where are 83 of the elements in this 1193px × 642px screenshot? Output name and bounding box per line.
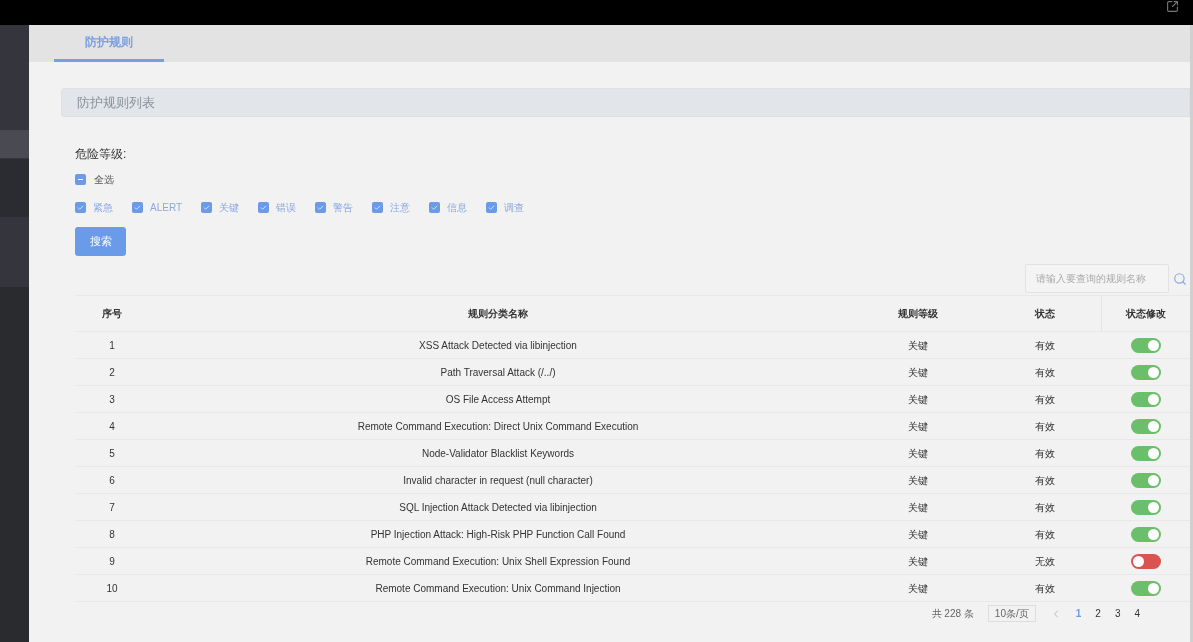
table-cell-text: 7	[108, 500, 116, 515]
table-cell-text: Remote Command Execution: Unix Shell Expression Found	[364, 554, 632, 569]
page-number[interactable]: 4	[1134, 606, 1140, 621]
checkbox[interactable]	[75, 202, 86, 213]
table-cell-text: 关键	[907, 446, 929, 461]
table-cell-text: 10	[105, 581, 119, 596]
table-cell-text: 有效	[1034, 581, 1056, 596]
table-cell-text: 5	[108, 446, 116, 461]
table-cell-text: 关键	[907, 554, 929, 569]
table-cell-text: PHP Injection Attack: High-Risk PHP Function Call Found	[369, 527, 627, 542]
page-size-select[interactable]: 10条/页	[987, 605, 1036, 622]
table-cell-text: Node-Validator Blacklist Keywords	[420, 446, 576, 461]
table-cell-text: 关键	[907, 419, 929, 434]
checkbox[interactable]	[429, 202, 441, 213]
column-header: 规则分类名称	[467, 307, 529, 321]
column-header: 序号	[101, 307, 123, 321]
table-cell-text: SQL Injection Attack Detected via libinjection	[398, 500, 598, 515]
table-cell-text: Path Traversal Attack (/../)	[439, 365, 557, 380]
toggle-switch[interactable]	[1130, 364, 1161, 380]
table-cell-text: 有效	[1034, 338, 1056, 353]
table-cell-text: 无效	[1034, 554, 1056, 569]
toggle-switch[interactable]	[1130, 337, 1161, 353]
filter-label: 危险等级:	[75, 146, 127, 163]
table-cell-text: 关键	[907, 365, 929, 380]
table-cell-text: 关键	[907, 500, 929, 515]
panel-title: 防护规则列表	[61, 88, 1190, 117]
checkbox-label: 关键	[219, 201, 240, 215]
table-cell-text: 6	[108, 473, 116, 488]
search-field[interactable]: 请输入要查询的规则名称	[1025, 264, 1169, 293]
checkbox[interactable]	[201, 202, 213, 213]
toggle-switch[interactable]	[1130, 526, 1161, 542]
checkbox[interactable]	[372, 202, 384, 213]
table-cell-text: 有效	[1034, 365, 1056, 380]
toggle-switch[interactable]	[1130, 391, 1161, 407]
column-header: 状态修改	[1101, 296, 1190, 331]
table-cell-text: Remote Command Execution: Direct Unix Command Execution	[356, 419, 640, 434]
table-cell-text: 有效	[1034, 473, 1056, 488]
table-cell-text: 关键	[907, 473, 929, 488]
table-cell-text: OS File Access Attempt	[444, 392, 552, 407]
checkbox[interactable]	[132, 202, 143, 213]
checkbox-label: ALERT	[150, 201, 183, 215]
checkbox-label: 全选	[94, 173, 114, 187]
table-cell-text: XSS Attack Detected via libinjection	[418, 338, 578, 353]
toggle-switch[interactable]	[1130, 445, 1161, 461]
search-icon[interactable]	[1173, 271, 1187, 286]
table-cell-text: 有效	[1034, 392, 1056, 407]
table-cell-text: 9	[108, 554, 116, 569]
checkbox[interactable]	[486, 202, 498, 213]
page-number[interactable]: 2	[1095, 606, 1101, 621]
table-cell-text: 8	[108, 527, 116, 542]
table-cell-text: 有效	[1034, 527, 1056, 542]
checkbox[interactable]	[258, 202, 270, 213]
checkbox-label: 紧急	[93, 201, 113, 215]
table-cell-text: 关键	[907, 581, 929, 596]
toggle-switch[interactable]	[1130, 472, 1161, 488]
table-cell-text: 关键	[907, 392, 929, 407]
toggle-switch[interactable]	[1130, 499, 1161, 515]
checkbox-label: 信息	[447, 201, 468, 215]
table-cell-text: 关键	[907, 527, 929, 542]
page-number[interactable]: 3	[1114, 606, 1121, 621]
checkbox-label: 调查	[504, 201, 525, 215]
table-cell-text: 有效	[1034, 500, 1056, 515]
table-cell-text: 有效	[1034, 446, 1056, 461]
column-header: 状态	[1033, 307, 1056, 321]
checkbox[interactable]	[75, 174, 86, 185]
table-cell-text: 4	[108, 419, 116, 434]
toggle-switch[interactable]	[1130, 553, 1161, 569]
table-cell-text: 2	[108, 365, 116, 380]
table-cell-text: Remote Command Execution: Unix Command Injection	[374, 581, 622, 596]
checkbox-label: 错误	[276, 201, 297, 215]
column-header: 规则等级	[897, 307, 939, 321]
total-count: 共 228 条	[931, 607, 974, 621]
checkbox[interactable]	[315, 202, 327, 213]
table-cell-text: 1	[108, 338, 116, 353]
checkbox-label: 警告	[333, 201, 354, 215]
checkbox-label: 注意	[390, 201, 411, 215]
table-cell-text: Invalid character in request (null character)	[402, 473, 594, 488]
external-link-icon[interactable]	[1166, 0, 1179, 13]
table-cell-text: 有效	[1034, 419, 1056, 434]
toggle-switch[interactable]	[1130, 580, 1161, 596]
toggle-switch[interactable]	[1130, 418, 1161, 434]
table-cell-text: 关键	[907, 338, 929, 353]
table-cell-text: 3	[108, 392, 116, 407]
